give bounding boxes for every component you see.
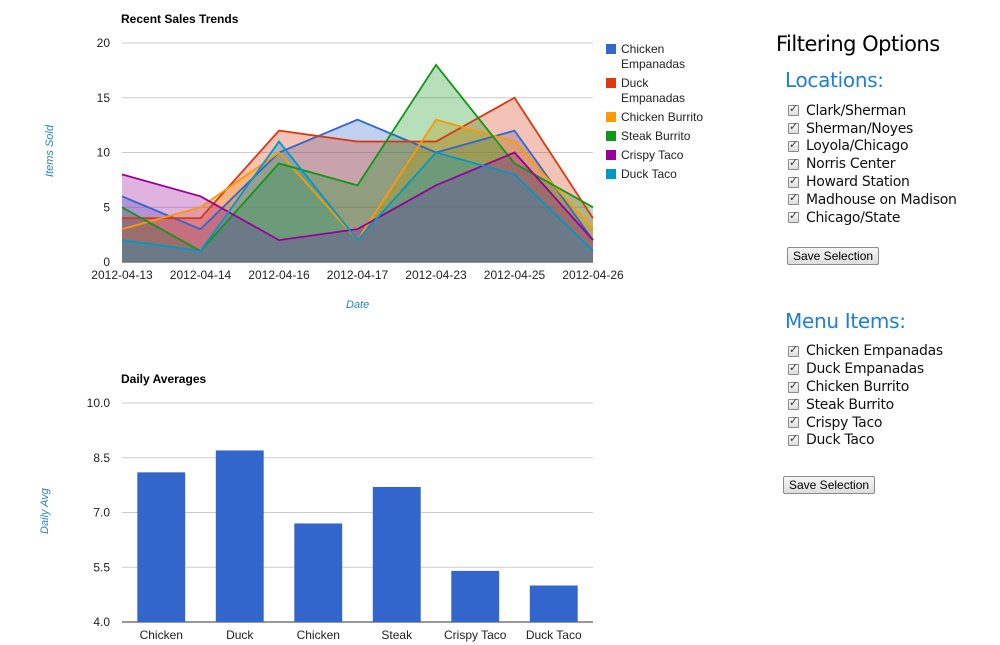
checkbox[interactable] [788, 343, 799, 357]
averages-y-axis-title: Daily Avg [39, 488, 51, 534]
locations-option[interactable]: Chicago/State [788, 209, 996, 227]
averages-x-tick-label: Duck Taco [526, 628, 582, 642]
checkbox[interactable] [788, 414, 799, 429]
locations-option[interactable]: Howard Station [788, 173, 996, 191]
menu-option[interactable]: Chicken Empanadas [788, 343, 996, 361]
menu-option[interactable]: Duck Taco [788, 432, 996, 450]
checkbox-label: Norris Center [806, 156, 896, 173]
averages-x-tick-label: Duck [226, 628, 254, 642]
averages-y-tick-label: 10.0 [87, 396, 111, 410]
checkbox[interactable] [788, 191, 799, 206]
averages-bar[interactable] [294, 523, 343, 622]
checkbox[interactable] [788, 156, 799, 170]
locations-option[interactable]: Norris Center [788, 155, 996, 173]
checkbox-label: Clark/Sherman [806, 102, 906, 119]
locations-option[interactable]: Clark/Sherman [788, 102, 996, 120]
averages-x-tick-label: Chicken [140, 628, 183, 642]
menu-option[interactable]: Duck Empanadas [788, 360, 996, 378]
checkbox[interactable] [788, 209, 799, 224]
checkbox-label: Madhouse on Madison [806, 191, 957, 208]
checkbox-label: Duck Taco [806, 432, 875, 449]
menu-option[interactable]: Steak Burrito [788, 396, 996, 414]
averages-x-tick-label: Steak [381, 628, 413, 642]
checkbox[interactable] [788, 102, 799, 117]
locations-option[interactable]: Loyola/Chicago [788, 138, 996, 156]
checkbox-label: Crispy Taco [806, 414, 883, 431]
locations-list: Clark/ShermanSherman/NoyesLoyola/Chicago… [776, 102, 996, 227]
save-locations-button[interactable]: Save Selection [787, 246, 880, 265]
checkbox-label: Loyola/Chicago [806, 138, 909, 155]
locations-option[interactable]: Madhouse on Madison [788, 191, 996, 209]
checkbox-label: Duck Empanadas [806, 361, 924, 378]
averages-bar[interactable] [451, 570, 500, 622]
averages-y-tick-label: 8.5 [93, 451, 110, 465]
menu-items-list: Chicken EmpanadasDuck EmpanadasChicken B… [776, 343, 996, 450]
checkbox[interactable] [788, 396, 799, 411]
averages-chart: 4.0 5.5 7.0 8.5 10.0 Chicken Duck Chicken Steak C… [87, 396, 593, 642]
menu-option[interactable]: Chicken Burrito [788, 378, 996, 396]
averages-y-tick-label: 7.0 [93, 506, 110, 520]
locations-option[interactable]: Sherman/Noyes [788, 120, 996, 138]
averages-bar[interactable] [137, 472, 186, 622]
checkbox-label: Chicago/State [806, 209, 901, 226]
averages-x-tick-label: Chicken [297, 628, 340, 642]
menu-items-title: Menu Items: [785, 308, 906, 333]
checkbox-label: Steak Burrito [806, 396, 894, 413]
averages-y-tick-label: 5.5 [93, 560, 110, 574]
averages-x-tick-label: Crispy Taco [444, 628, 507, 642]
checkbox[interactable] [788, 432, 799, 446]
checkbox-label: Sherman/Noyes [806, 120, 914, 137]
filter-panel: Filtering Options Locations: Clark/Sherm… [776, 32, 996, 495]
checkbox-label: Chicken Empanadas [806, 343, 943, 360]
locations-title: Locations: [785, 68, 884, 92]
averages-bar[interactable] [215, 450, 264, 622]
menu-option[interactable]: Crispy Taco [788, 414, 996, 432]
averages-bar[interactable] [529, 585, 578, 623]
checkbox[interactable] [788, 120, 799, 135]
save-menu-items-button[interactable]: Save Selection [783, 476, 876, 495]
checkbox-label: Howard Station [806, 174, 910, 191]
checkbox[interactable] [788, 138, 799, 152]
checkbox[interactable] [788, 361, 799, 375]
checkbox[interactable] [788, 379, 799, 393]
checkbox[interactable] [788, 174, 799, 188]
averages-y-tick-label: 4.0 [93, 615, 110, 629]
filter-panel-title: Filtering Options [776, 32, 940, 56]
checkbox-label: Chicken Burrito [806, 379, 909, 396]
averages-bar[interactable] [372, 486, 421, 622]
